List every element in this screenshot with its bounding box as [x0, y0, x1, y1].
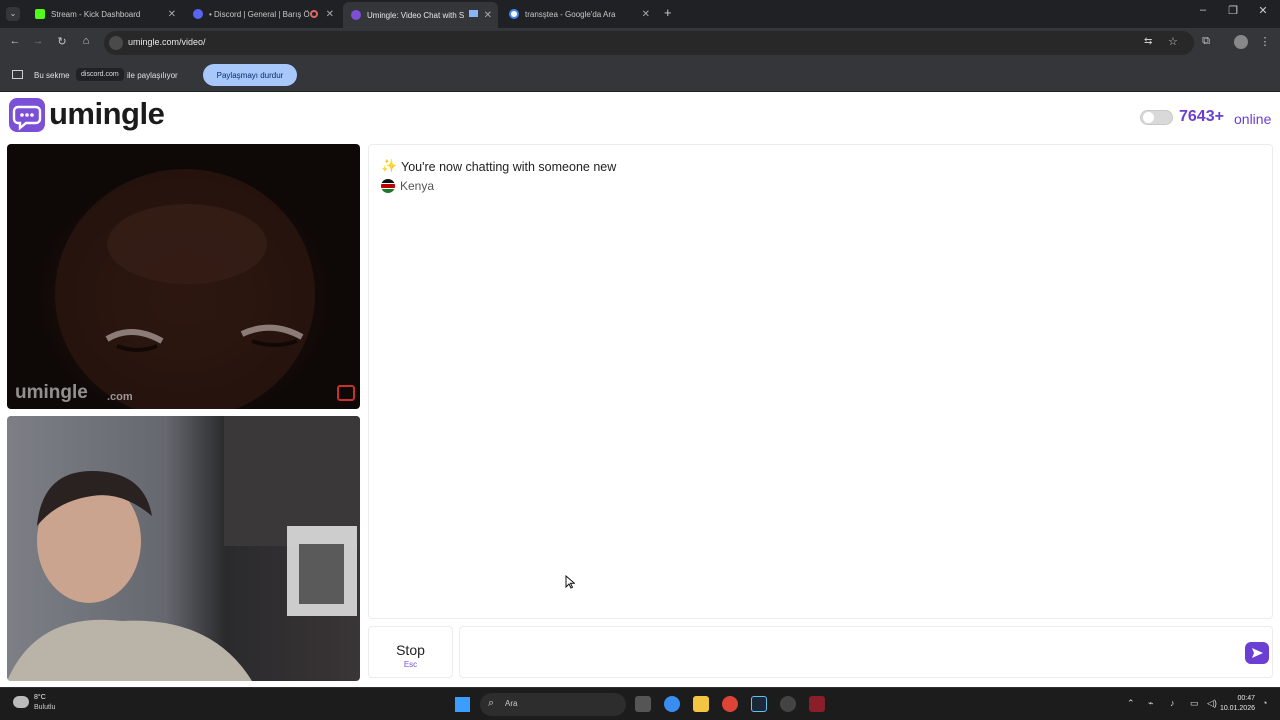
site-info-icon[interactable] [109, 36, 123, 50]
umingle-watermark: umingle [15, 382, 88, 403]
windows-start-icon[interactable] [455, 697, 470, 712]
tab-kick[interactable]: Stream - Kick Dashboard ✕ [27, 2, 182, 26]
logo-text[interactable]: umingle [49, 96, 165, 132]
online-count: 7643+ [1179, 108, 1224, 125]
kick-icon [35, 9, 45, 19]
partner-country: Kenya [400, 179, 435, 193]
sparkle-icon: ✨ [381, 158, 398, 173]
chat-status-message: You're now chatting with someone new [401, 160, 617, 174]
task-view-icon[interactable] [635, 696, 651, 712]
clock-time[interactable]: 00:47 [1237, 695, 1255, 702]
self-video [7, 416, 360, 681]
stop-sharing-button[interactable]: Paylaşmayı durdur [203, 64, 297, 86]
logo-chat-icon[interactable] [9, 98, 45, 132]
discord-icon [193, 9, 203, 19]
windows-taskbar: 8°C Bulutlu ⌕ Ara ⌃ ⌁ ♪ ▭ ◁) 00:47 10.01… [0, 687, 1280, 720]
maximize-button[interactable]: ❐ [1218, 4, 1248, 17]
back-icon[interactable]: ← [8, 35, 22, 47]
send-icon [1252, 648, 1263, 658]
close-window-button[interactable]: ✕ [1248, 4, 1278, 17]
network-icon[interactable]: ⌁ [1148, 698, 1153, 709]
umingle-watermark-suffix: .com [107, 391, 133, 403]
report-flag-icon[interactable] [337, 385, 355, 401]
address-bar[interactable]: umingle.com/video/ ⇆ ☆ [104, 31, 1194, 55]
app-icon[interactable] [780, 696, 796, 712]
tab-title: transştea - Google'da Ara [525, 9, 616, 19]
chrome-icon[interactable] [722, 696, 738, 712]
kenya-flag-icon [381, 179, 395, 193]
tab-discord[interactable]: • Discord | General | Barış Ö ✕ [185, 2, 340, 26]
clock-date[interactable]: 10.01.2026 [1220, 705, 1255, 712]
display-icon[interactable]: ▭ [1190, 698, 1199, 709]
stranger-video: umingle .com [7, 144, 360, 409]
online-label: online [1234, 111, 1272, 127]
send-button[interactable] [1245, 642, 1269, 664]
stop-shortcut-hint: Esc [403, 660, 418, 669]
extensions-icon[interactable]: ⧉ [1199, 35, 1213, 48]
tray-chevron-icon[interactable]: ⌃ [1127, 698, 1135, 709]
share-domain: discord.com [76, 68, 124, 81]
toggle-knob [1143, 112, 1154, 123]
recording-icon [310, 10, 318, 18]
obs-icon[interactable] [809, 696, 825, 712]
close-icon[interactable]: ✕ [484, 10, 492, 21]
weather-icon[interactable] [13, 696, 29, 708]
file-explorer-icon[interactable] [693, 696, 709, 712]
share-suffix: ile paylaşılıyor [127, 71, 178, 80]
share-tab-icon [12, 70, 23, 79]
menu-dots-icon[interactable]: ⋮ [1258, 35, 1272, 48]
weather-temp: 8°C [34, 694, 46, 701]
browser-toolbar: ← → ↻ ⌂ umingle.com/video/ ⇆ ☆ ⧉ ⋮ [0, 28, 1280, 58]
share-prefix: Bu sekme [34, 71, 70, 80]
tab-google[interactable]: transştea - Google'da Ara ✕ [501, 2, 656, 26]
tab-search-icon[interactable]: ⌄ [6, 7, 20, 21]
microphone-icon[interactable]: ♪ [1170, 698, 1175, 708]
taskbar-search[interactable]: ⌕ Ara [480, 693, 626, 716]
minimize-button[interactable]: – [1188, 4, 1218, 16]
google-icon [509, 9, 519, 19]
forward-icon[interactable]: → [31, 35, 45, 47]
weather-desc: Bulutlu [34, 704, 56, 711]
screen-share-bar: Bu sekme discord.com ile paylaşılıyor Pa… [0, 58, 1280, 92]
bookmark-star-icon[interactable]: ☆ [1168, 35, 1178, 48]
chat-panel: ✨ You're now chatting with someone new K… [368, 144, 1273, 619]
screen-share-icon [469, 10, 478, 17]
close-icon[interactable]: ✕ [326, 9, 334, 20]
search-icon: ⌕ [488, 697, 495, 709]
tab-title: Umingle: Video Chat with S [367, 10, 465, 20]
translate-icon[interactable]: ⇆ [1144, 36, 1152, 47]
umingle-page: umingle 7643+ online umingle .com ✨ You' [0, 92, 1280, 687]
umingle-icon [351, 10, 361, 20]
close-icon[interactable]: ✕ [642, 9, 650, 20]
browser-tab-strip: ⌄ Stream - Kick Dashboard ✕ • Discord | … [0, 0, 1280, 28]
stop-label: Stop [396, 642, 425, 658]
message-input[interactable] [459, 626, 1273, 678]
theme-toggle[interactable] [1140, 110, 1173, 125]
steam-icon[interactable] [751, 696, 767, 712]
copilot-icon[interactable] [664, 696, 680, 712]
url-text[interactable]: umingle.com/video/ [128, 37, 206, 47]
tab-title: • Discord | General | Barış Ö [209, 9, 310, 19]
tab-umingle[interactable]: Umingle: Video Chat with S ✕ [343, 2, 498, 28]
tab-title: Stream - Kick Dashboard [51, 9, 141, 19]
home-icon[interactable]: ⌂ [79, 35, 93, 47]
search-label: Ara [505, 699, 518, 708]
mouse-cursor-icon [565, 575, 575, 589]
close-icon[interactable]: ✕ [168, 9, 176, 20]
new-tab-button[interactable]: + [664, 5, 672, 20]
volume-icon[interactable]: ◁) [1207, 698, 1217, 709]
reload-icon[interactable]: ↻ [55, 35, 69, 48]
stop-button[interactable]: Stop Esc [368, 626, 453, 678]
notification-bell-icon[interactable]: ◔ [1262, 698, 1267, 708]
profile-avatar[interactable] [1234, 35, 1248, 49]
